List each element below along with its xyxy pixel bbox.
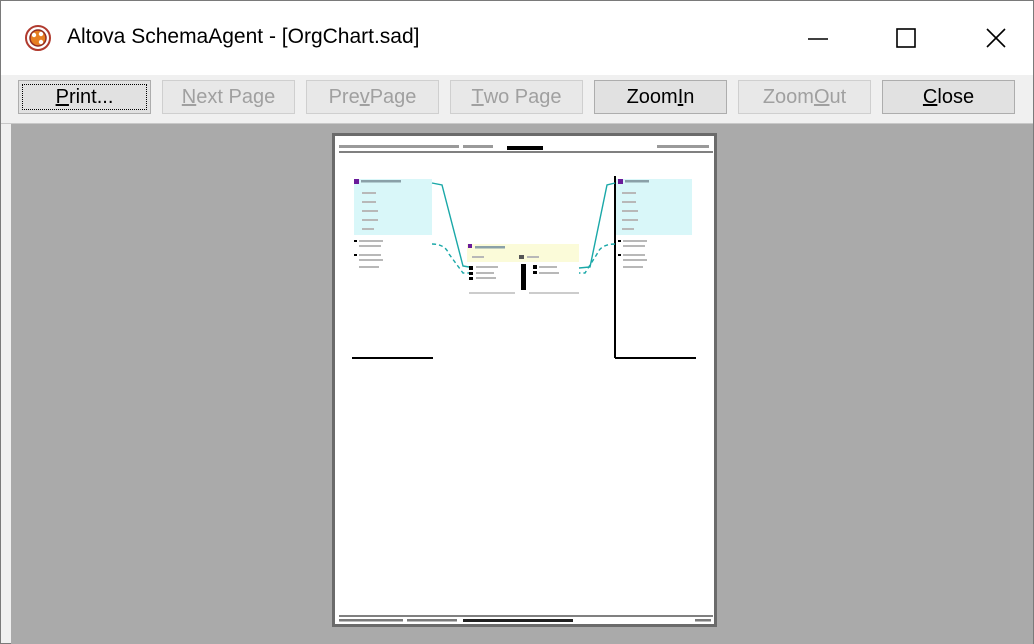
close-label-post: lose [937,85,975,108]
altova-app-icon [25,25,51,51]
zoom-in-button[interactable]: Zoom In [594,80,727,114]
preview-canvas[interactable] [11,124,1033,644]
window-title: Altova SchemaAgent - [OrgChart.sad] [67,25,420,48]
next-page-label-accel: N [181,85,197,108]
two-page-label-accel: T [471,85,484,108]
close-icon [986,28,1006,48]
zoom-out-label-accel: O [813,85,830,108]
page-header [339,145,713,153]
prev-page-label-pre: Pre [328,85,360,108]
left-schema-box [352,179,433,359]
prev-page-button[interactable]: Pre v Page [306,80,439,114]
print-label-post: rint... [68,85,114,108]
page-footer [339,615,713,622]
maximize-button[interactable] [871,9,941,67]
zoom-out-label-pre: Zoom [762,85,814,108]
print-label-accel: P [55,85,69,108]
minimize-button[interactable] [783,9,853,67]
prev-page-label-post: Page [369,85,417,108]
close-preview-button[interactable]: Close [882,80,1015,114]
preview-toolbar: Print... Next Page Pre v Page Two Page Zo… [1,75,1033,124]
close-label-accel: C [922,85,938,108]
zoom-in-label-pre: Zoom [626,85,678,108]
maximize-icon [896,28,916,48]
zoom-in-label-post: n [683,85,695,108]
center-schema-box [467,244,579,294]
print-button[interactable]: Print... [18,80,151,114]
zoom-out-label-post: ut [829,85,847,108]
minimize-icon [808,38,828,40]
next-page-label-post: ext Page [196,85,276,108]
prev-page-label-accel: v [359,85,370,108]
zoom-out-button[interactable]: Zoom Out [738,80,871,114]
preview-page [335,136,714,624]
print-preview-window: Altova SchemaAgent - [OrgChart.sad] Prin… [0,0,1034,644]
title-bar: Altova SchemaAgent - [OrgChart.sad] [1,1,1033,75]
two-page-label-post: wo Page [483,85,562,108]
close-window-button[interactable] [961,9,1031,67]
next-page-button[interactable]: Next Page [162,80,295,114]
page-thumbnail [339,145,713,622]
right-schema-box [614,176,696,359]
two-page-button[interactable]: Two Page [450,80,583,114]
